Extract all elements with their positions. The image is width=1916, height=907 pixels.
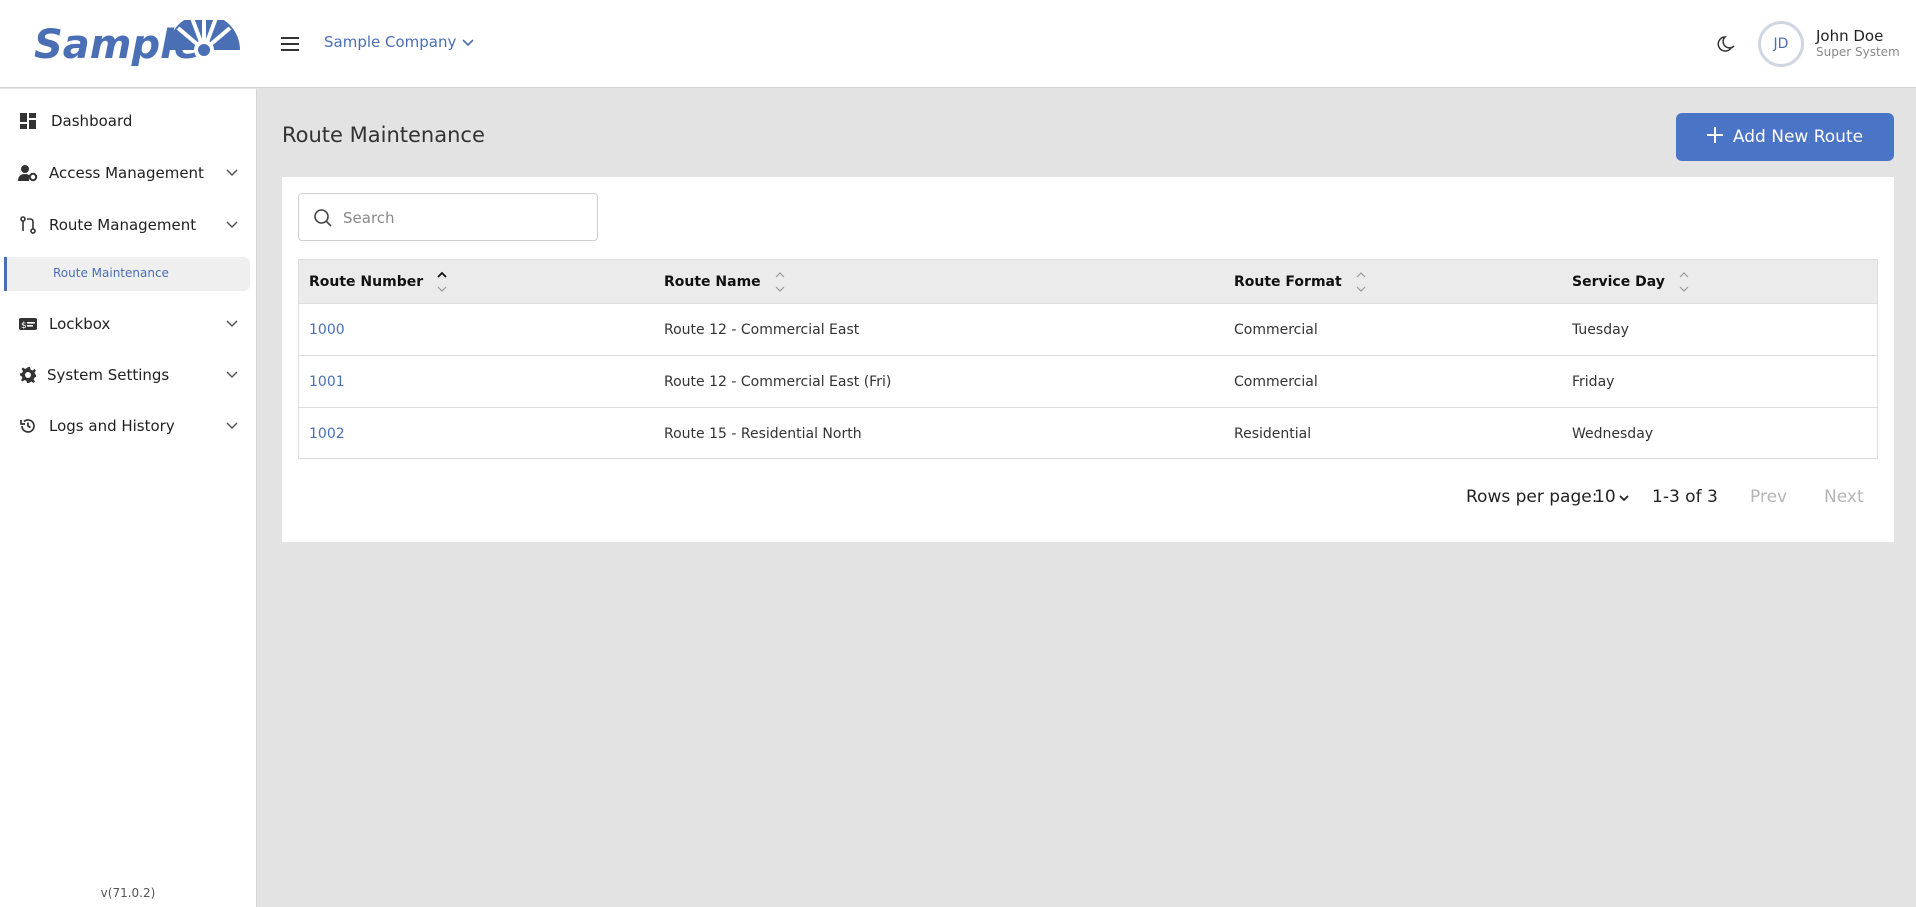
chevron-down-icon (225, 317, 239, 331)
dark-mode-moon-icon[interactable] (1714, 31, 1740, 57)
sidebar-item-label: Lockbox (49, 315, 111, 333)
plus-icon (1706, 126, 1723, 148)
sort-icon (775, 271, 785, 293)
route-name-cell: Route 12 - Commercial East (664, 322, 860, 338)
column-header-label: Route Format (1234, 274, 1342, 290)
route-name-cell: Route 12 - Commercial East (Fri) (664, 374, 892, 390)
sidebar: Dashboard Access Management Route Manage… (0, 89, 257, 907)
table-row[interactable]: 1000 Route 12 - Commercial East Commerci… (299, 304, 1877, 356)
chevron-down-icon (225, 368, 239, 382)
company-logo[interactable]: Sample (34, 14, 244, 68)
search-input[interactable] (343, 204, 583, 232)
route-format-cell: Commercial (1234, 322, 1318, 338)
column-header-route-format[interactable]: Route Format (1234, 260, 1366, 304)
table-row[interactable]: 1002 Route 15 - Residential North Reside… (299, 408, 1877, 460)
user-role: Super System (1816, 45, 1900, 59)
sidebar-item-label: Access Management (49, 164, 204, 182)
user-name: John Doe (1816, 27, 1884, 45)
column-header-label: Service Day (1572, 274, 1665, 290)
route-icon (18, 215, 38, 235)
sidebar-item-label: Logs and History (49, 417, 175, 435)
table-header: Route Number Route Name Route Format Ser… (299, 260, 1877, 304)
search-icon (313, 208, 333, 228)
hamburger-menu-icon[interactable] (278, 32, 302, 56)
service-day-cell: Wednesday (1572, 426, 1654, 442)
add-new-route-label: Add New Route (1732, 127, 1864, 147)
app-version: v(71.0.2) (100, 886, 156, 900)
chevron-down-icon (1619, 487, 1629, 507)
add-new-route-button[interactable]: Add New Route (1676, 113, 1894, 161)
service-day-cell: Tuesday (1572, 322, 1629, 338)
routes-table: Route Number Route Name Route Format Ser… (298, 259, 1878, 459)
sidebar-item-dashboard[interactable]: Dashboard (0, 101, 256, 141)
sidebar-item-label: Dashboard (51, 112, 133, 130)
route-number-link[interactable]: 1000 (309, 304, 345, 356)
page-title: Route Maintenance (282, 123, 485, 147)
rows-per-page-select[interactable]: 10 (1594, 487, 1629, 507)
route-number-link[interactable]: 1001 (309, 356, 345, 408)
sidebar-item-access-management[interactable]: Access Management (0, 153, 256, 193)
pagination-range: 1-3 of 3 (1652, 487, 1718, 507)
chevron-down-icon (225, 419, 239, 433)
sidebar-subitem-route-maintenance[interactable]: Route Maintenance (4, 257, 250, 291)
next-page-button[interactable]: Next (1824, 487, 1864, 507)
sidebar-item-system-settings[interactable]: System Settings (0, 355, 256, 395)
svg-text:$: $ (21, 321, 27, 331)
user-gear-icon (18, 163, 38, 183)
sidebar-item-label: Route Management (49, 216, 197, 234)
company-name: Sample Company (324, 33, 457, 51)
route-format-cell: Commercial (1234, 374, 1318, 390)
top-header: Sample Sample Company JD John Doe Super … (0, 0, 1916, 88)
column-header-route-name[interactable]: Route Name (664, 260, 785, 304)
sidebar-item-label: System Settings (47, 366, 170, 384)
column-header-label: Route Number (309, 274, 424, 290)
rows-per-page-label: Rows per page: (1466, 487, 1598, 507)
chevron-down-icon (462, 33, 474, 51)
route-name-cell: Route 15 - Residential North (664, 426, 862, 442)
chevron-down-icon (225, 166, 239, 180)
sidebar-item-logs-and-history[interactable]: Logs and History (0, 406, 256, 446)
sort-icon (437, 271, 447, 293)
routes-card: Route Number Route Name Route Format Ser… (282, 177, 1894, 542)
sidebar-item-lockbox[interactable]: $ Lockbox (0, 304, 256, 344)
chevron-down-icon (225, 218, 239, 232)
sort-icon (1356, 271, 1366, 293)
lockbox-icon: $ (18, 314, 38, 334)
route-number-link[interactable]: 1002 (309, 408, 345, 460)
sidebar-subitem-label: Route Maintenance (53, 266, 169, 280)
prev-page-button[interactable]: Prev (1750, 487, 1787, 507)
search-box[interactable] (298, 193, 598, 241)
route-format-cell: Residential (1234, 426, 1312, 442)
history-icon (18, 416, 38, 436)
column-header-route-number[interactable]: Route Number (309, 260, 447, 304)
sort-icon (1679, 271, 1689, 293)
rows-per-page-value: 10 (1594, 487, 1616, 507)
column-header-label: Route Name (664, 274, 761, 290)
user-avatar[interactable]: JD (1758, 21, 1804, 67)
service-day-cell: Friday (1572, 374, 1615, 390)
sidebar-item-route-management[interactable]: Route Management (0, 205, 256, 245)
column-header-service-day[interactable]: Service Day (1572, 260, 1689, 304)
gear-icon (18, 365, 38, 385)
company-selector[interactable]: Sample Company (324, 33, 474, 51)
dashboard-icon (18, 111, 38, 131)
table-row[interactable]: 1001 Route 12 - Commercial East (Fri) Co… (299, 356, 1877, 408)
